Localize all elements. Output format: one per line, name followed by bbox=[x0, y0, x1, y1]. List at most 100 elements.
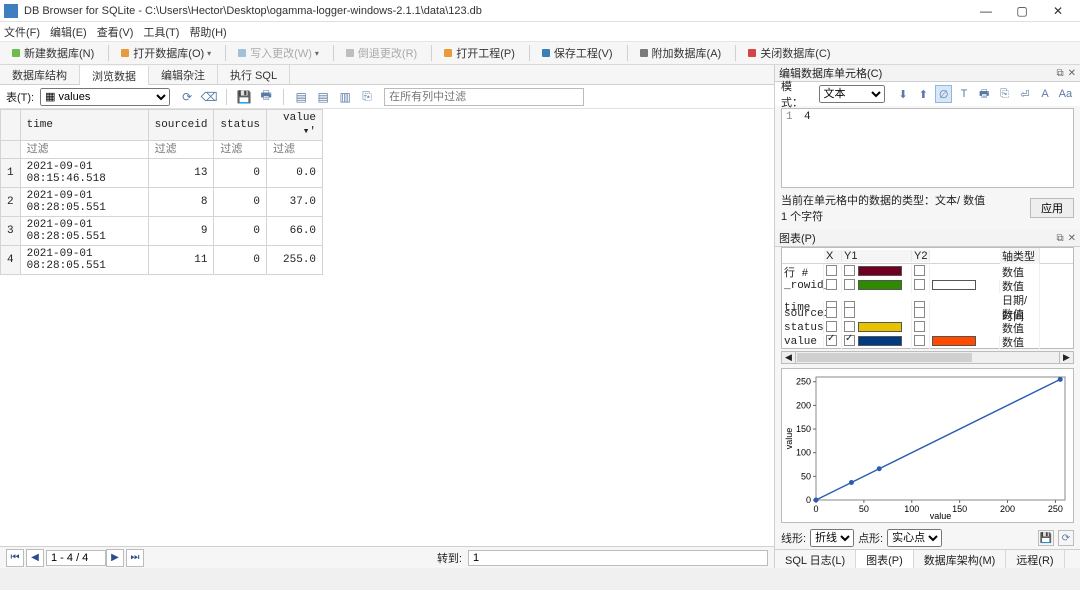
table-row[interactable]: 22021-09-01 08:28:05.5518037.0 bbox=[1, 188, 323, 217]
mode-label: 模式： bbox=[781, 78, 813, 110]
copy-icon[interactable]: ⎘ bbox=[359, 89, 375, 105]
apply-button[interactable]: 应用 bbox=[1030, 198, 1074, 218]
cc-row[interactable]: value 数值 bbox=[782, 334, 1073, 348]
text-mode-icon[interactable]: T bbox=[955, 85, 972, 103]
cc-col-axis: 轴类型 bbox=[1000, 248, 1040, 264]
table-row[interactable]: 12021-09-01 08:15:46.5181300.0 bbox=[1, 159, 323, 188]
attach-db-button[interactable]: 附加数据库(A) bbox=[634, 43, 728, 63]
cc-col-y2: Y2 bbox=[912, 250, 930, 262]
svg-text:150: 150 bbox=[952, 504, 967, 514]
menu-edit[interactable]: 编辑(E) bbox=[50, 24, 87, 40]
menu-file[interactable]: 文件(F) bbox=[4, 24, 40, 40]
btab-sql-log[interactable]: SQL 日志(L) bbox=[775, 550, 856, 568]
cell-type-info: 当前在单元格中的数据的类型：文本/ 数值 bbox=[781, 192, 985, 208]
save-icon[interactable]: 💾 bbox=[236, 89, 252, 105]
svg-text:0: 0 bbox=[813, 504, 818, 514]
point-style-label: 点形: bbox=[858, 530, 883, 546]
tab-pragmas[interactable]: 编辑杂注 bbox=[149, 65, 218, 84]
save-chart-icon[interactable]: 💾 bbox=[1038, 530, 1054, 546]
nav-first-button[interactable]: ⏮ bbox=[6, 549, 24, 567]
chart-config[interactable]: X Y1 Y2 轴类型 行 # 数值_rowid_ 数值time 日期/时间so… bbox=[781, 247, 1074, 349]
delete-row-icon[interactable]: ▤ bbox=[315, 89, 331, 105]
btab-remote[interactable]: 远程(R) bbox=[1006, 550, 1064, 568]
table-select[interactable]: ▦ values bbox=[40, 88, 170, 106]
cc-row[interactable]: 行 # 数值 bbox=[782, 264, 1073, 278]
filter-time[interactable] bbox=[27, 143, 142, 155]
print-icon[interactable]: 🖶 bbox=[258, 89, 274, 105]
plot-close-icon[interactable]: ✕ bbox=[1068, 233, 1076, 244]
add-row-icon[interactable]: ▤ bbox=[293, 89, 309, 105]
save-project-button[interactable]: 保存工程(V) bbox=[536, 43, 619, 63]
nav-next-button[interactable]: ▶ bbox=[106, 549, 124, 567]
main-toolbar: 新建数据库(N) 打开数据库(O)▾ 写入更改(W)▾ 倒退更改(R) 打开工程… bbox=[0, 41, 1080, 65]
wrap-mode-icon[interactable]: ⏎ bbox=[1016, 85, 1033, 103]
open-db-button[interactable]: 打开数据库(O)▾ bbox=[115, 43, 217, 63]
close-button[interactable]: ✕ bbox=[1040, 0, 1076, 22]
cc-scrollbar[interactable]: ◀▶ bbox=[781, 351, 1074, 364]
table-row[interactable]: 32021-09-01 08:28:05.5519066.0 bbox=[1, 217, 323, 246]
cell-length-info: 1 个字符 bbox=[781, 208, 985, 224]
menu-tools[interactable]: 工具(T) bbox=[143, 24, 179, 40]
tab-browse[interactable]: 浏览数据 bbox=[80, 66, 149, 85]
col-time[interactable]: time bbox=[20, 110, 148, 141]
nav-last-button[interactable]: ⏭ bbox=[126, 549, 144, 567]
nav-range[interactable] bbox=[46, 550, 106, 566]
goto-row-icon[interactable]: ▥ bbox=[337, 89, 353, 105]
undock-icon[interactable]: ⧉ bbox=[1056, 68, 1063, 79]
new-db-button[interactable]: 新建数据库(N) bbox=[6, 43, 100, 63]
cc-row[interactable]: sourceid 数值 bbox=[782, 306, 1073, 320]
svg-text:50: 50 bbox=[801, 471, 811, 481]
tab-schema[interactable]: 数据库结构 bbox=[0, 65, 80, 84]
line-style-select[interactable]: 折线 bbox=[810, 529, 854, 547]
clear-filter-icon[interactable]: ⌫ bbox=[201, 89, 217, 105]
chart-canvas[interactable]: 050100150200250050100150200250valuevalue bbox=[781, 368, 1074, 523]
plot-pane-header[interactable]: 图表(P) ⧉✕ bbox=[775, 230, 1080, 247]
title-bar: DB Browser for SQLite - C:\Users\Hector\… bbox=[0, 0, 1080, 22]
close-pane-icon[interactable]: ✕ bbox=[1068, 68, 1076, 79]
cc-row[interactable]: time 日期/时间 bbox=[782, 292, 1073, 306]
btab-schema[interactable]: 数据库架构(M) bbox=[914, 550, 1007, 568]
maximize-button[interactable]: ▢ bbox=[1004, 0, 1040, 22]
copy-cell-icon[interactable]: ⎘ bbox=[996, 85, 1013, 103]
btab-plot[interactable]: 图表(P) bbox=[856, 550, 914, 568]
reload-chart-icon[interactable]: ⟳ bbox=[1058, 530, 1074, 546]
cc-row[interactable]: status 数值 bbox=[782, 320, 1073, 334]
goto-input[interactable] bbox=[468, 550, 768, 566]
bottom-tabs: SQL 日志(L) 图表(P) 数据库架构(M) 远程(R) bbox=[775, 549, 1080, 568]
print-cell-icon[interactable]: 🖶 bbox=[976, 85, 993, 103]
app-icon bbox=[4, 4, 18, 18]
cell-editor[interactable]: 1 4 bbox=[781, 108, 1074, 188]
cc-row[interactable]: _rowid_ 数值 bbox=[782, 278, 1073, 292]
mode-select[interactable]: 文本 bbox=[819, 85, 886, 103]
menu-view[interactable]: 查看(V) bbox=[97, 24, 134, 40]
col-status[interactable]: status bbox=[214, 110, 267, 141]
col-sourceid[interactable]: sourceid bbox=[148, 110, 214, 141]
data-grid[interactable]: time sourceid status value ▾' 12021-09-0… bbox=[0, 109, 774, 546]
refresh-icon[interactable]: ⟳ bbox=[179, 89, 195, 105]
menu-help[interactable]: 帮助(H) bbox=[189, 24, 226, 40]
open-project-button[interactable]: 打开工程(P) bbox=[438, 43, 521, 63]
filter-all-input[interactable] bbox=[384, 88, 584, 106]
null-icon[interactable]: ∅ bbox=[935, 85, 952, 103]
filter-status[interactable] bbox=[220, 143, 260, 155]
import-icon[interactable]: ⬇ bbox=[894, 85, 911, 103]
table-row[interactable]: 42021-09-01 08:28:05.551110255.0 bbox=[1, 246, 323, 275]
nav-prev-button[interactable]: ◀ bbox=[26, 549, 44, 567]
svg-text:100: 100 bbox=[796, 448, 811, 458]
export-icon[interactable]: ⬆ bbox=[915, 85, 932, 103]
cell-pane-header[interactable]: 编辑数据库单元格(C) ⧉✕ bbox=[775, 65, 1080, 82]
plot-undock-icon[interactable]: ⧉ bbox=[1056, 233, 1063, 244]
svg-text:250: 250 bbox=[1048, 504, 1063, 514]
cell-value[interactable]: 4 bbox=[804, 111, 811, 123]
font-mode-icon[interactable]: Aa bbox=[1057, 85, 1074, 103]
filter-sourceid[interactable] bbox=[155, 143, 208, 155]
svg-text:200: 200 bbox=[1000, 504, 1015, 514]
minimize-button[interactable]: — bbox=[968, 0, 1004, 22]
window-title: DB Browser for SQLite - C:\Users\Hector\… bbox=[24, 5, 968, 17]
auto-mode-icon[interactable]: A bbox=[1036, 85, 1053, 103]
close-db-button[interactable]: 关闭数据库(C) bbox=[742, 43, 836, 63]
tab-sql[interactable]: 执行 SQL bbox=[218, 65, 290, 84]
point-style-select[interactable]: 实心点 bbox=[887, 529, 942, 547]
filter-value[interactable] bbox=[273, 143, 316, 155]
col-value[interactable]: value ▾' bbox=[267, 110, 323, 141]
